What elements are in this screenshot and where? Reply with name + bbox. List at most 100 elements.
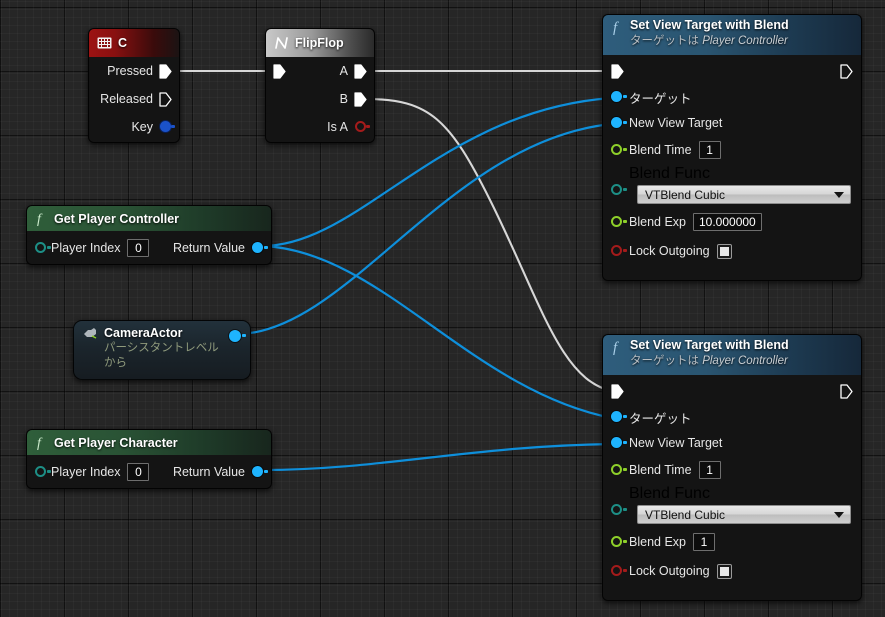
bool-out-pin-icon[interactable] xyxy=(355,121,366,132)
svg-text:f: f xyxy=(613,20,619,35)
pin-row-exec[interactable] xyxy=(603,58,861,84)
subtitle-target: Player Controller xyxy=(702,35,788,47)
bool-in-pin-icon[interactable] xyxy=(611,245,622,256)
float-in-pin-icon[interactable] xyxy=(611,464,622,475)
int-in-pin-icon[interactable] xyxy=(35,242,46,253)
subtitle-line-1: パーシスタントレベル xyxy=(104,342,219,354)
pin-label-target: ターゲット xyxy=(629,91,692,106)
node-title: CameraActor xyxy=(104,326,183,340)
node-flipflop[interactable]: FlipFlop A B Is A xyxy=(265,28,375,143)
object-in-pin-icon[interactable] xyxy=(611,437,622,448)
pin-label-b: B xyxy=(339,92,348,106)
blend-time-input[interactable]: 1 xyxy=(698,461,721,479)
exec-out-pressed-icon[interactable] xyxy=(159,64,172,79)
pin-row-blend-time[interactable]: Blend Time 1 xyxy=(603,456,861,484)
pin-row-is-a[interactable]: Is A xyxy=(266,113,374,141)
enum-in-pin-icon[interactable] xyxy=(611,184,622,195)
pin-row-lock-outgoing[interactable]: Lock Outgoing xyxy=(603,556,861,586)
pin-label-blend-time: Blend Time xyxy=(629,463,692,477)
pin-label-is-a: Is A xyxy=(327,120,348,134)
float-in-pin-icon[interactable] xyxy=(611,216,622,227)
object-out-pin-icon[interactable] xyxy=(229,330,241,342)
pin-row-exec[interactable] xyxy=(603,378,861,404)
float-in-pin-icon[interactable] xyxy=(611,536,622,547)
node-key-event-c[interactable]: C Pressed Released Key xyxy=(88,28,180,143)
blueprint-graph-canvas[interactable]: C Pressed Released Key FlipFlop A B Is A… xyxy=(0,0,885,617)
node-get-player-character[interactable]: f Get Player Character Player Index 0 Re… xyxy=(26,429,272,489)
pin-label-released: Released xyxy=(100,92,153,106)
pin-row-blend-time[interactable]: Blend Time 1 xyxy=(603,136,861,164)
function-icon: f xyxy=(611,339,624,355)
pin-row-b[interactable]: B xyxy=(266,85,374,113)
camera-actor-subtitle: パーシスタントレベル から xyxy=(104,341,228,371)
lock-outgoing-checkbox[interactable] xyxy=(717,564,731,578)
exec-out-icon[interactable] xyxy=(840,64,853,79)
node-subtitle: ターゲットは Player Controller xyxy=(630,352,789,368)
pin-label-new-view-target: New View Target xyxy=(629,116,723,130)
pin-row-new-view-target[interactable]: New View Target xyxy=(603,110,861,136)
pin-row-pressed[interactable]: Pressed xyxy=(89,57,179,85)
pin-row-released[interactable]: Released xyxy=(89,85,179,113)
pin-row-player-index[interactable]: Player Index 0 Return Value xyxy=(27,455,271,488)
pin-row-new-view-target[interactable]: New View Target xyxy=(603,430,861,456)
pin-row-player-index[interactable]: Player Index 0 Return Value xyxy=(27,231,271,264)
exec-out-released-icon[interactable] xyxy=(159,92,172,107)
node-header: f Get Player Character xyxy=(27,430,271,455)
pin-row-blend-exp[interactable]: Blend Exp 1 xyxy=(603,528,861,556)
node-body: CameraActor パーシスタントレベル から xyxy=(74,321,250,379)
float-in-pin-icon[interactable] xyxy=(611,144,622,155)
blend-func-dropdown[interactable]: VTBlend Cubic xyxy=(637,185,851,204)
exec-out-b-icon[interactable] xyxy=(354,92,367,107)
object-out-pin-icon[interactable] xyxy=(252,242,263,253)
exec-out-a-icon[interactable] xyxy=(354,64,367,79)
exec-in-icon[interactable] xyxy=(611,64,624,79)
exec-in-icon[interactable] xyxy=(611,384,624,399)
node-camera-actor-reference[interactable]: CameraActor パーシスタントレベル から xyxy=(73,320,251,380)
pin-row-lock-outgoing[interactable]: Lock Outgoing xyxy=(603,236,861,266)
pin-label-blend-func: Blend Func xyxy=(629,485,710,502)
object-in-pin-icon[interactable] xyxy=(611,91,622,102)
svg-text:f: f xyxy=(37,212,43,226)
pin-row-blend-exp[interactable]: Blend Exp 10.000000 xyxy=(603,208,861,236)
blend-exp-input[interactable]: 1 xyxy=(692,533,715,551)
node-get-player-controller[interactable]: f Get Player Controller Player Index 0 R… xyxy=(26,205,272,265)
exec-in-icon[interactable] xyxy=(273,64,286,79)
bool-in-pin-icon[interactable] xyxy=(611,565,622,576)
blend-exp-input[interactable]: 10.000000 xyxy=(692,213,762,231)
pin-row-key[interactable]: Key xyxy=(89,113,179,141)
pin-row-blend-func[interactable]: Blend Func VTBlend Cubic xyxy=(603,484,861,528)
chevron-down-icon xyxy=(834,191,844,198)
node-title: Set View Target with Blend xyxy=(630,18,789,32)
pin-row-target[interactable]: ターゲット xyxy=(603,84,861,110)
pin-row-a[interactable]: A xyxy=(266,57,374,85)
player-index-input[interactable]: 0 xyxy=(127,462,150,481)
node-title: FlipFlop xyxy=(295,36,344,50)
pin-label-player-index: Player Index xyxy=(51,464,121,479)
node-subtitle: ターゲットは Player Controller xyxy=(630,32,789,48)
enum-in-pin-icon[interactable] xyxy=(611,504,622,515)
node-header: f Set View Target with Blend ターゲットは Play… xyxy=(603,335,861,375)
key-struct-pin-icon[interactable] xyxy=(160,121,171,132)
pin-row-blend-func[interactable]: Blend Func VTBlend Cubic xyxy=(603,164,861,208)
node-set-view-target-with-blend-2[interactable]: f Set View Target with Blend ターゲットは Play… xyxy=(602,334,862,601)
int-in-pin-icon[interactable] xyxy=(35,466,46,477)
node-set-view-target-with-blend-1[interactable]: f Set View Target with Blend ターゲットは Play… xyxy=(602,14,862,281)
keyboard-icon xyxy=(97,37,112,49)
pin-label-return-value: Return Value xyxy=(172,240,245,255)
pin-row-target[interactable]: ターゲット xyxy=(603,404,861,430)
object-in-pin-icon[interactable] xyxy=(611,411,622,422)
blend-time-input[interactable]: 1 xyxy=(698,141,721,159)
pin-label-lock-outgoing: Lock Outgoing xyxy=(629,564,710,578)
object-in-pin-icon[interactable] xyxy=(611,117,622,128)
lock-outgoing-checkbox[interactable] xyxy=(717,244,731,258)
macro-icon xyxy=(274,36,289,50)
node-body: ターゲット New View Target Blend Time 1 Blend… xyxy=(603,55,861,280)
player-index-input[interactable]: 0 xyxy=(127,238,150,257)
exec-out-icon[interactable] xyxy=(840,384,853,399)
svg-text:f: f xyxy=(613,340,619,355)
pin-label-new-view-target: New View Target xyxy=(629,436,723,450)
blend-func-dropdown[interactable]: VTBlend Cubic xyxy=(637,505,851,524)
node-header: f Set View Target with Blend ターゲットは Play… xyxy=(603,15,861,55)
object-out-pin-icon[interactable] xyxy=(252,466,263,477)
pin-label-blend-time: Blend Time xyxy=(629,143,692,157)
